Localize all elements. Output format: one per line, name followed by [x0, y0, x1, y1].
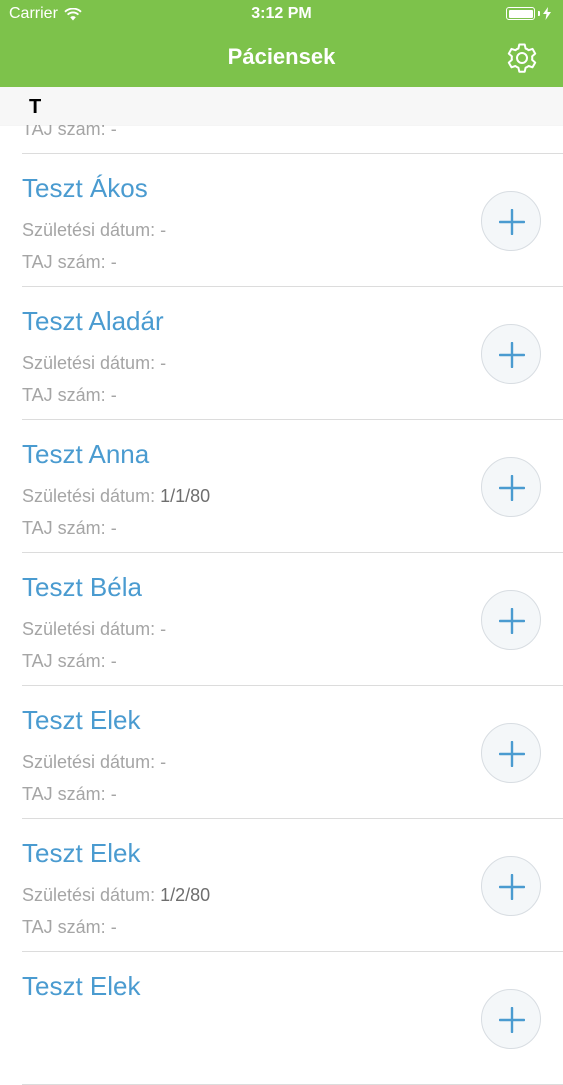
taj-line: TAJ szám: - — [22, 917, 117, 938]
birth-date-line: Születési dátum: - — [22, 220, 166, 241]
taj-value: - — [110, 518, 117, 538]
taj-label: TAJ szám: — [22, 651, 106, 671]
add-button[interactable] — [481, 191, 541, 251]
birth-date-label: Születési dátum: — [22, 619, 156, 639]
list-item[interactable]: Teszt Ákos Születési dátum: - TAJ szám: - — [0, 154, 563, 287]
taj-value: - — [110, 252, 117, 272]
patient-name: Teszt Elek — [22, 838, 141, 868]
birth-date-value: - — [160, 752, 167, 772]
birth-date-value: - — [160, 619, 167, 639]
plus-icon — [499, 475, 525, 501]
taj-line: TAJ szám: - — [22, 784, 117, 805]
plus-icon — [499, 342, 525, 368]
patient-list[interactable]: TAJ szám: - Teszt Ákos Születési dátum: -… — [0, 0, 563, 1085]
patient-name: Teszt Elek — [22, 705, 141, 735]
plus-icon — [499, 608, 525, 634]
taj-label: TAJ szám: — [22, 385, 106, 405]
list-item[interactable]: Teszt Aladár Születési dátum: - TAJ szám: … — [0, 287, 563, 420]
birth-date-value: - — [160, 353, 167, 373]
taj-line: TAJ szám: - — [22, 651, 117, 672]
birth-date-line: Születési dátum: 1/2/80 — [22, 885, 210, 906]
add-button[interactable] — [481, 457, 541, 517]
add-button[interactable] — [481, 989, 541, 1049]
birth-date-line: Születési dátum: - — [22, 619, 166, 640]
add-button[interactable] — [481, 856, 541, 916]
plus-icon — [499, 209, 525, 235]
plus-icon — [499, 741, 525, 767]
birth-date-line: Születési dátum: - — [22, 752, 166, 773]
patient-name: Teszt Elek — [22, 971, 141, 1001]
list-item[interactable]: Teszt ElekSzületési dátum: TAJ szám: — [0, 952, 563, 1085]
taj-value: - — [110, 917, 117, 937]
patient-name: Teszt Anna — [22, 439, 150, 469]
section-letter: T — [29, 96, 42, 118]
taj-label: TAJ szám: — [22, 917, 106, 937]
list-item[interactable]: Teszt Elek Születési dátum: 1/2/80 TAJ szá… — [0, 819, 563, 952]
taj-value: - — [110, 385, 117, 405]
list-item[interactable]: Teszt Elek Születési dátum: - TAJ szám: - — [0, 686, 563, 819]
birth-date-value: 1/1/80 — [160, 486, 211, 506]
birth-date-value: - — [160, 220, 167, 240]
add-button[interactable] — [481, 723, 541, 783]
patient-name: Teszt Béla — [22, 572, 142, 602]
section-header: T — [0, 87, 563, 125]
birth-date-line: Születési dátum: - — [22, 353, 166, 374]
add-button[interactable] — [481, 590, 541, 650]
taj-value: - — [110, 651, 117, 671]
taj-value: - — [110, 784, 117, 804]
birth-date-label: Születési dátum: — [22, 752, 156, 772]
patient-name: Teszt Aladár — [22, 306, 164, 336]
taj-line: TAJ szám: - — [22, 518, 117, 539]
birth-date-label: Születési dátum: — [22, 885, 156, 905]
taj-label: TAJ szám: — [22, 784, 106, 804]
birth-date-value: 1/2/80 — [160, 885, 211, 905]
taj-line: TAJ szám: - — [22, 385, 117, 406]
patient-name: Teszt Ákos — [22, 173, 148, 203]
taj-line: TAJ szám: - — [22, 252, 117, 273]
birth-date-label: Születési dátum: — [22, 220, 156, 240]
list-item[interactable]: Teszt Béla Születési dátum: - TAJ szám: - — [0, 553, 563, 686]
birth-date-label: Születési dátum: — [22, 353, 156, 373]
plus-icon — [499, 1007, 525, 1033]
add-button[interactable] — [481, 324, 541, 384]
birth-date-line: Születési dátum: 1/1/80 — [22, 486, 210, 507]
birth-date-label: Születési dátum: — [22, 486, 156, 506]
plus-icon — [499, 874, 525, 900]
taj-label: TAJ szám: — [22, 252, 106, 272]
taj-label: TAJ szám: — [22, 518, 106, 538]
list-item[interactable]: Teszt Anna Születési dátum: 1/1/80 TAJ szá… — [0, 420, 563, 553]
